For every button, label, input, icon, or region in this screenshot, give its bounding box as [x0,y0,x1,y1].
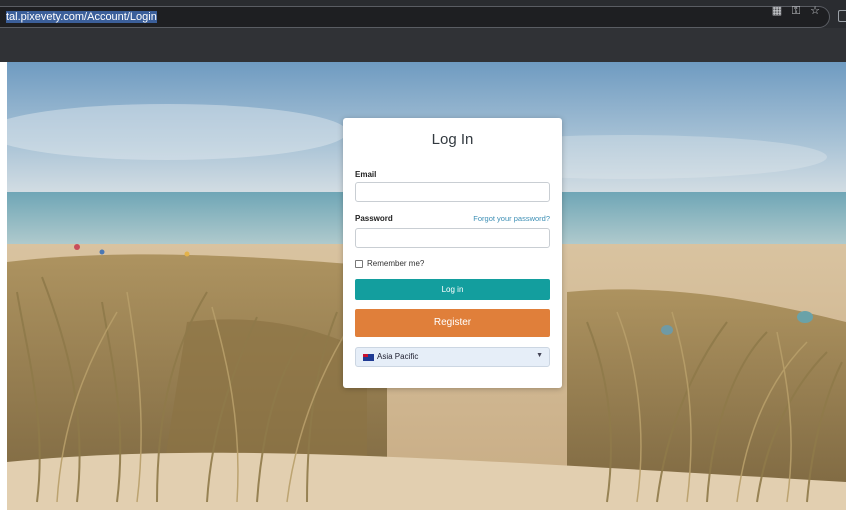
qr-code-icon[interactable]: ▦ [770,4,784,18]
address-bar[interactable]: tal.pixevety.com/Account/Login [0,6,830,28]
url-selection: tal.pixevety.com/Account/Login [6,11,157,23]
star-icon[interactable]: ☆ [808,4,822,18]
password-label: Password [355,214,393,223]
password-field[interactable] [355,228,550,248]
region-select[interactable]: Asia Pacific ▼ [355,347,550,367]
login-card: Log In Email Password Forgot your passwo… [343,118,562,388]
remember-me-label[interactable]: Remember me? [367,259,424,268]
register-button[interactable]: Register [355,309,550,337]
page-header-bar [0,28,846,62]
browser-chrome: tal.pixevety.com/Account/Login ▦ ⚿ ☆ [0,0,846,62]
region-selected-value: Asia Pacific [377,352,419,361]
login-title: Log In [431,131,474,148]
email-label: Email [355,170,377,179]
tab-edge-icon[interactable] [838,10,846,22]
url-text[interactable]: tal.pixevety.com/Account/Login [6,10,157,24]
chevron-down-icon[interactable]: ▼ [536,352,543,359]
forgot-password-link[interactable]: Forgot your password? [473,214,550,223]
key-icon[interactable]: ⚿ [789,4,803,18]
remember-me-checkbox[interactable] [355,260,363,268]
screen: tal.pixevety.com/Account/Login ▦ ⚿ ☆ Log… [0,0,846,510]
australia-flag-icon [363,354,374,361]
login-button[interactable]: Log in [355,279,550,300]
email-field[interactable] [355,182,550,202]
